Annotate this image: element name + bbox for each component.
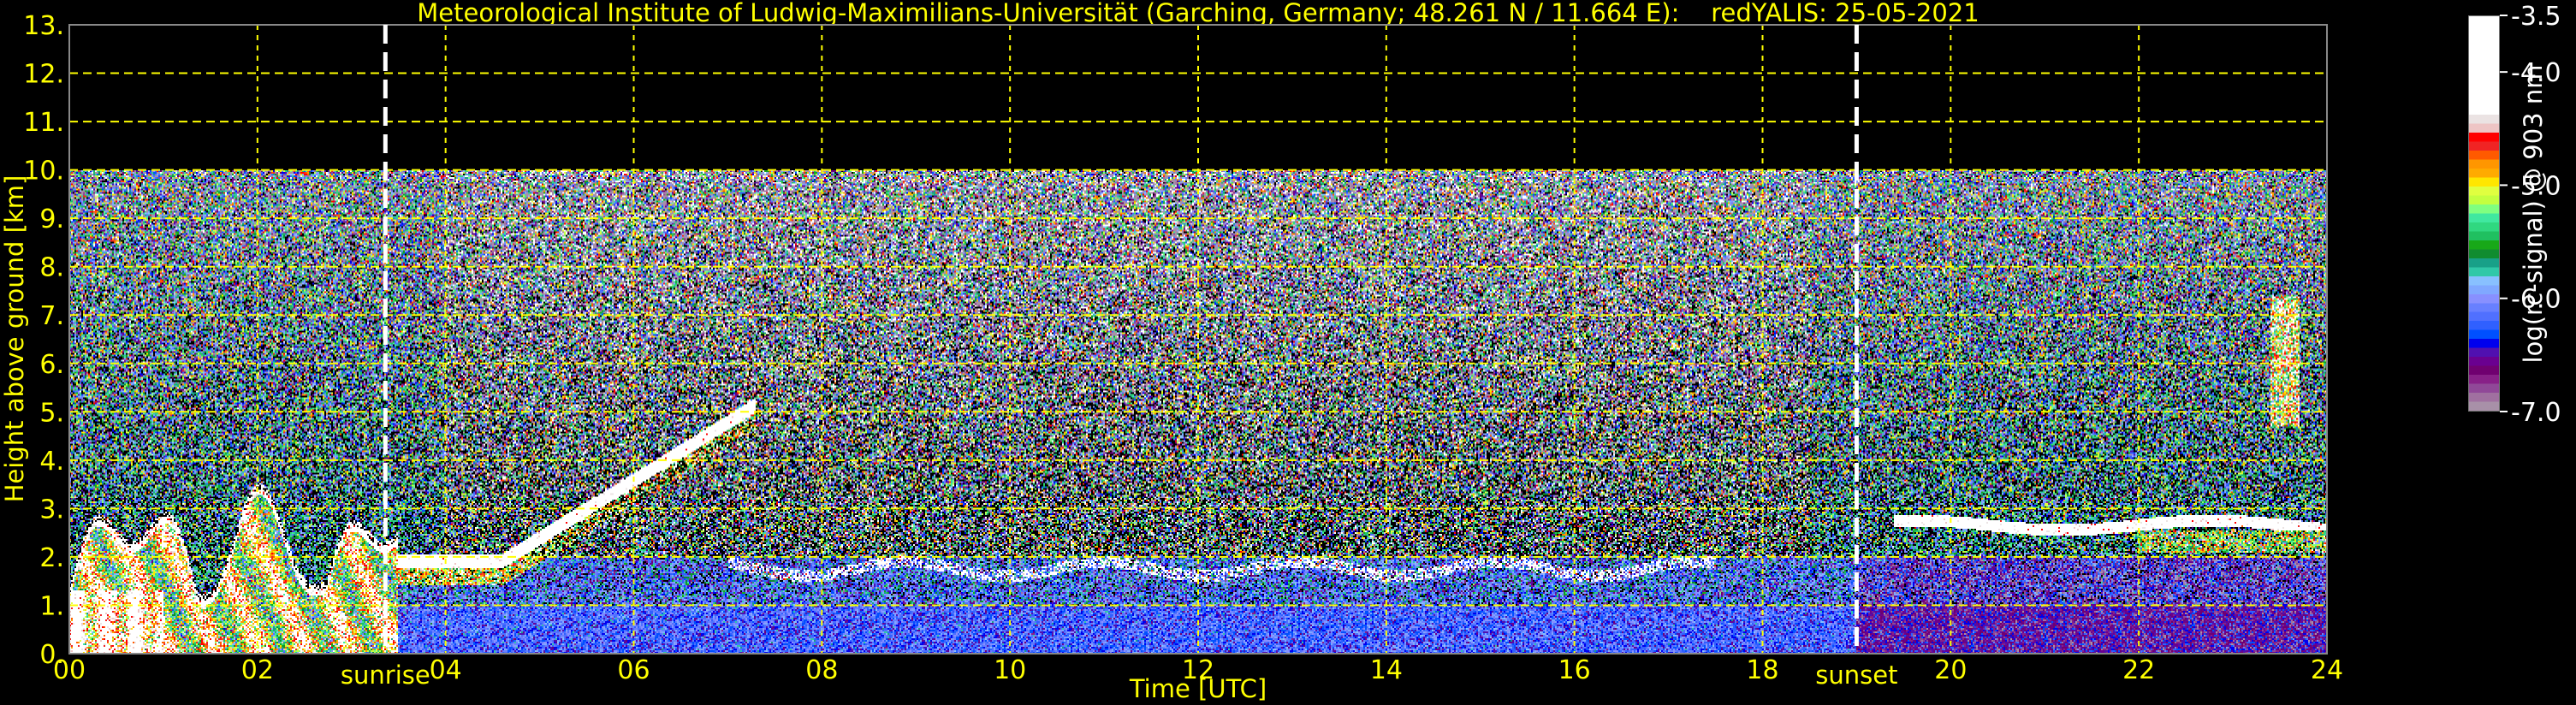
colorbar-tick-label: -3.5 bbox=[2511, 2, 2561, 32]
x-tick-label: 00 bbox=[53, 655, 86, 685]
y-tick-label: 13. bbox=[23, 11, 64, 41]
x-tick-label: 16 bbox=[1558, 655, 1591, 685]
x-tick-label: 10 bbox=[994, 655, 1026, 685]
colorbar-tick-label: -7.0 bbox=[2511, 398, 2561, 428]
axes-overlay: 0.1.2.3.4.5.6.7.8.9.10.11.12.13.00 02 04 06… bbox=[23, 2, 2561, 685]
y-axis-label: Height above ground [km] bbox=[0, 175, 29, 503]
y-tick-label: 10. bbox=[23, 157, 64, 187]
y-tick-label: 12. bbox=[23, 60, 64, 90]
colorbar-label: log(rc-signal) @ 903 nm bbox=[2519, 64, 2548, 364]
y-tick-label: 2. bbox=[39, 543, 64, 573]
x-tick-label: 14 bbox=[1370, 655, 1403, 685]
sunset-label: sunset bbox=[1815, 661, 1898, 690]
y-tick-label: 8. bbox=[39, 253, 64, 283]
x-tick-label: 22 bbox=[2122, 655, 2155, 685]
x-tick-label: 20 bbox=[1934, 655, 1967, 685]
y-tick-label: 6. bbox=[39, 350, 64, 380]
y-tick-label: 4. bbox=[39, 447, 64, 477]
x-tick-label: 02 bbox=[241, 655, 274, 685]
y-tick-label: 3. bbox=[39, 495, 64, 524]
y-tick-label: 11. bbox=[23, 108, 64, 138]
x-axis-label: Time [UTC] bbox=[1129, 674, 1267, 703]
x-tick-label: 24 bbox=[2311, 655, 2343, 685]
colorbar bbox=[2468, 15, 2500, 412]
y-tick-label: 1. bbox=[39, 591, 64, 621]
y-tick-label: 7. bbox=[39, 301, 64, 331]
x-tick-label: 18 bbox=[1746, 655, 1778, 685]
x-tick-label: 06 bbox=[617, 655, 650, 685]
x-tick-label: 08 bbox=[805, 655, 838, 685]
x-tick-label: 04 bbox=[430, 655, 462, 685]
y-tick-label: 9. bbox=[39, 204, 64, 234]
sunrise-label: sunrise bbox=[340, 661, 430, 690]
y-tick-label: 5. bbox=[39, 398, 64, 428]
